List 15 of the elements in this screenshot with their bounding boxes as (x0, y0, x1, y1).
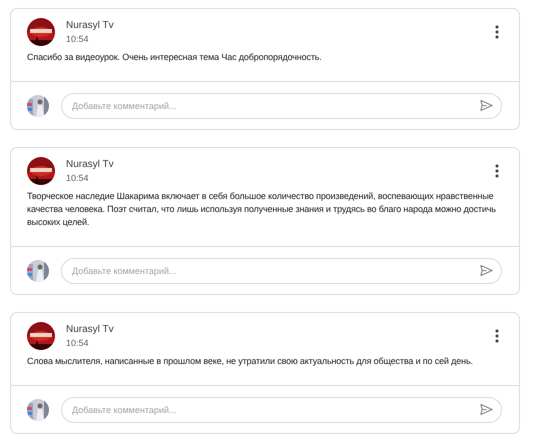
post-text: Творческое наследие Шакарима включает в себя большое количество произведений, воспевающих нравственные качества человека. Поэт считал, что лишь используя полученные знания и трудясь во благо народа можно достичь высоких целей. (11, 190, 519, 247)
comment-field[interactable]: Добавьте комментарий... (61, 397, 502, 423)
send-icon[interactable] (479, 402, 494, 417)
author-name: Nurasyl Tv (66, 20, 114, 31)
send-icon[interactable] (479, 263, 494, 278)
send-icon[interactable] (479, 98, 494, 113)
post-text: Слова мыслителя, написанные в прошлом веке, не утратили свою актуальность для общества и по сей день. (11, 355, 519, 386)
comment-field[interactable]: Добавьте комментарий... (61, 258, 502, 284)
post-time: 10:54 (66, 173, 90, 183)
comment-field[interactable]: Добавьте комментарий... (61, 93, 502, 119)
author-name: Nurasyl Tv (66, 159, 114, 170)
post-time: 10:54 (66, 34, 90, 44)
post-time: 10:54 (66, 338, 90, 348)
author-name: Nurasyl Tv (66, 324, 114, 335)
post-text: Спасибо за видеоурок. Очень интересная тема Час добропорядочность. (11, 51, 519, 82)
